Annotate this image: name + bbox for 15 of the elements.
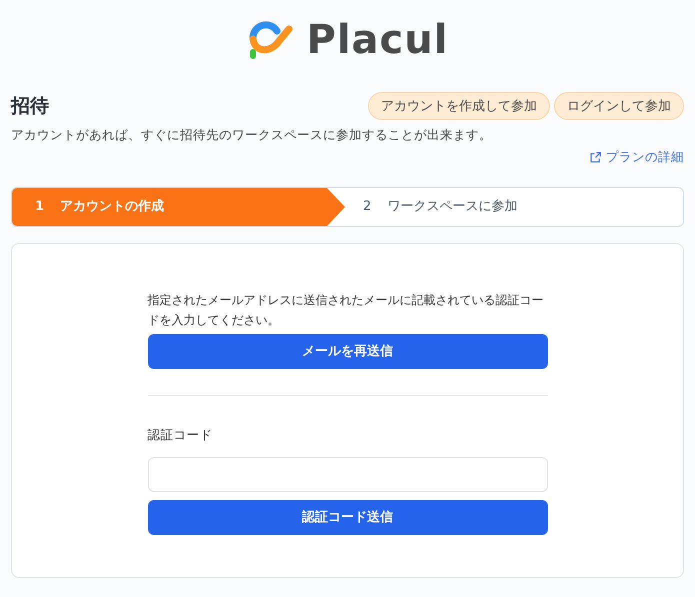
code-label: 認証コード — [148, 426, 214, 444]
join-button[interactable]: ログインして参加 — [554, 92, 684, 120]
external-link-icon — [589, 151, 602, 164]
page-title: 招待 — [11, 94, 49, 119]
plan-link[interactable]: プランの詳細 — [589, 148, 684, 167]
step: 2 ワークスペースに参加 — [345, 188, 518, 226]
instruction-text: 指定されたメールアドレスに送信されたメールに記載されている認証コードを入力してください。 — [148, 292, 544, 329]
description-text: アカウントがあれば、すぐに招待先のワークスペースに参加することが出来ます。 — [11, 126, 493, 144]
logo-text: Placul — [306, 16, 448, 65]
submit-code-button[interactable]: 認証コード送信 — [148, 500, 548, 535]
join-button[interactable]: アカウントを作成して参加 — [368, 92, 550, 120]
step: 1 アカウントの作成 — [12, 188, 345, 226]
logo-icon — [246, 19, 295, 61]
resend-button[interactable]: メールを再送信 — [148, 334, 548, 369]
code-input[interactable] — [148, 456, 548, 492]
